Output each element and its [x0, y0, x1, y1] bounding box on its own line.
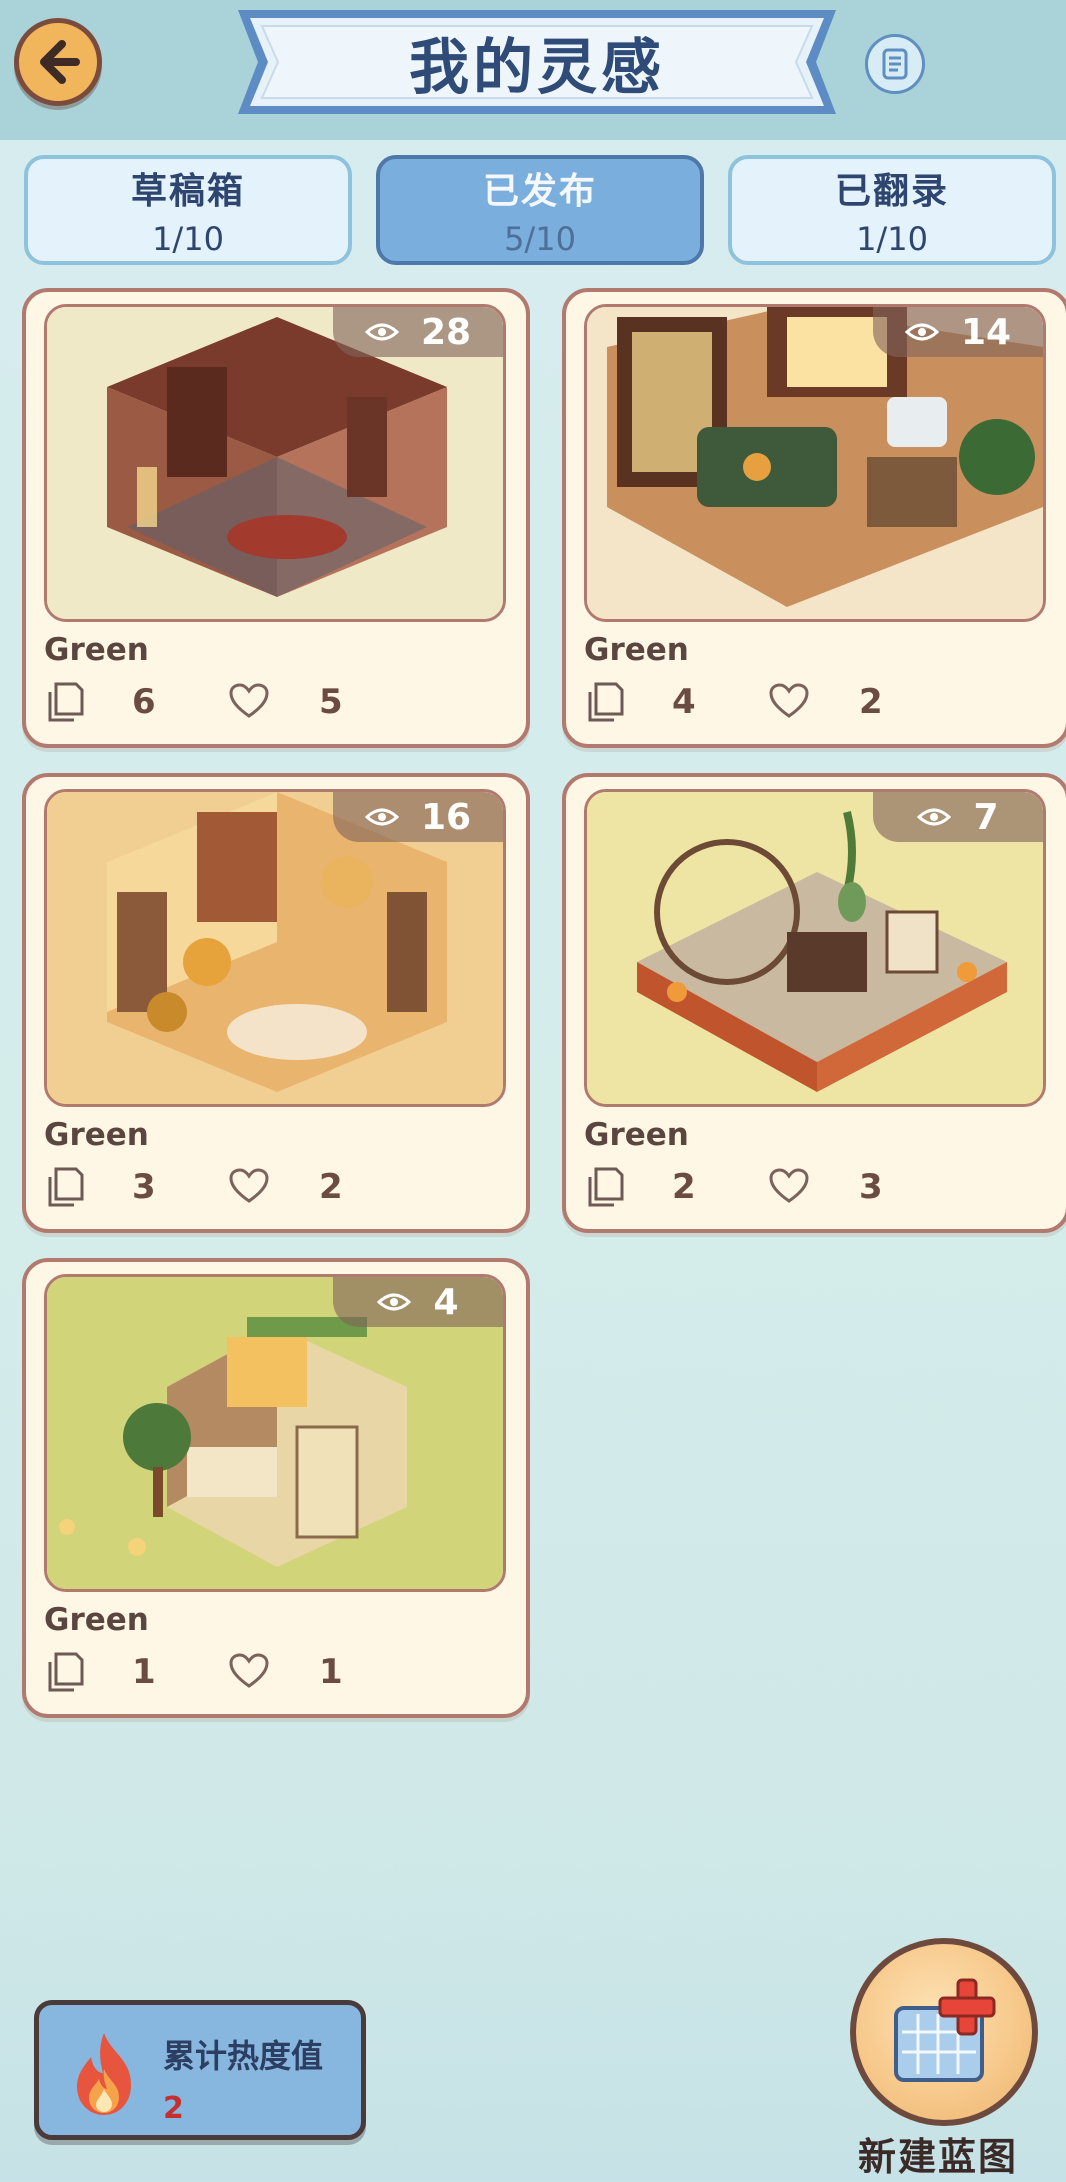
design-name: Green	[44, 1602, 149, 1638]
stats-row: 6 5	[44, 678, 504, 726]
tab-drafts[interactable]: 草稿箱 1/10	[24, 155, 352, 265]
tab-copied[interactable]: 已翻录 1/10	[728, 155, 1056, 265]
stats-row: 3 2	[44, 1163, 504, 1211]
copy-count: 1	[132, 1652, 156, 1692]
heat-label: 累计热度值	[163, 2037, 324, 2075]
stats-row: 4 2	[584, 678, 1044, 726]
total-heat-panel[interactable]: 累计热度值 2	[34, 2000, 366, 2140]
like-count: 2	[319, 1167, 343, 1207]
copy-icon	[588, 682, 624, 722]
heart-icon[interactable]	[228, 1652, 270, 1690]
copy-count: 4	[672, 682, 696, 722]
copy-count: 3	[132, 1167, 156, 1207]
views-badge: 7	[873, 792, 1043, 842]
design-card[interactable]: 28 Green 6 5	[22, 288, 530, 748]
like-count: 3	[859, 1167, 883, 1207]
tab-label: 已发布	[482, 171, 597, 212]
design-card[interactable]: 7 Green 2 3	[562, 773, 1066, 1233]
new-blueprint-label: 新建蓝图	[858, 2135, 1019, 2179]
design-card[interactable]: 4 Green 1 1	[22, 1258, 530, 1718]
heart-icon[interactable]	[768, 682, 810, 720]
room-thumbnail[interactable]: 4	[44, 1274, 506, 1592]
back-button[interactable]	[14, 18, 102, 106]
eye-icon	[917, 806, 952, 828]
view-count: 4	[433, 1281, 459, 1323]
view-count: 16	[420, 796, 472, 838]
notes-button[interactable]	[865, 34, 925, 94]
design-name: Green	[584, 1117, 689, 1153]
eye-icon	[364, 806, 399, 828]
tab-count: 1/10	[856, 220, 928, 258]
like-count: 5	[319, 682, 343, 722]
new-blueprint-button[interactable]	[850, 1938, 1038, 2126]
like-count: 2	[859, 682, 883, 722]
tab-label: 草稿箱	[130, 171, 245, 212]
heart-icon[interactable]	[228, 682, 270, 720]
design-card[interactable]: 16 Green 3 2	[22, 773, 530, 1233]
page-title: 我的灵感	[409, 32, 665, 103]
copy-count: 6	[132, 682, 156, 722]
view-count: 28	[420, 311, 472, 353]
eye-icon	[904, 321, 939, 343]
back-arrow-icon	[40, 40, 80, 84]
view-count: 14	[960, 311, 1012, 353]
tab-label: 已翻录	[834, 171, 949, 212]
eye-icon	[364, 321, 399, 343]
like-count: 1	[319, 1652, 343, 1692]
design-name: Green	[584, 632, 689, 668]
heart-icon[interactable]	[228, 1167, 270, 1205]
copy-icon	[48, 1167, 84, 1207]
views-badge: 28	[333, 307, 503, 357]
room-thumbnail[interactable]: 14	[584, 304, 1046, 622]
copy-icon	[48, 1652, 84, 1692]
stats-row: 1 1	[44, 1648, 504, 1696]
title-banner: 我的灵感	[232, 6, 842, 118]
design-card[interactable]: 14 Green 4 2	[562, 288, 1066, 748]
room-thumbnail[interactable]: 7	[584, 789, 1046, 1107]
tab-count: 1/10	[152, 220, 224, 258]
copy-count: 2	[672, 1167, 696, 1207]
blueprint-add-icon	[894, 1978, 996, 2082]
heart-icon[interactable]	[768, 1167, 810, 1205]
room-thumbnail[interactable]: 28	[44, 304, 506, 622]
tab-published[interactable]: 已发布 5/10	[376, 155, 704, 265]
views-badge: 16	[333, 792, 503, 842]
copy-icon	[588, 1167, 624, 1207]
views-badge: 4	[333, 1277, 503, 1327]
flame-icon	[77, 2033, 131, 2115]
room-thumbnail[interactable]: 16	[44, 789, 506, 1107]
copy-icon	[48, 682, 84, 722]
design-name: Green	[44, 632, 149, 668]
eye-icon	[377, 1291, 412, 1313]
heat-value: 2	[163, 2091, 184, 2126]
tab-count: 5/10	[504, 220, 576, 258]
view-count: 7	[973, 796, 999, 838]
scroll-list-icon	[882, 48, 908, 80]
stats-row: 2 3	[584, 1163, 1044, 1211]
top-bar: 我的灵感	[0, 0, 1066, 140]
views-badge: 14	[873, 307, 1043, 357]
design-name: Green	[44, 1117, 149, 1153]
